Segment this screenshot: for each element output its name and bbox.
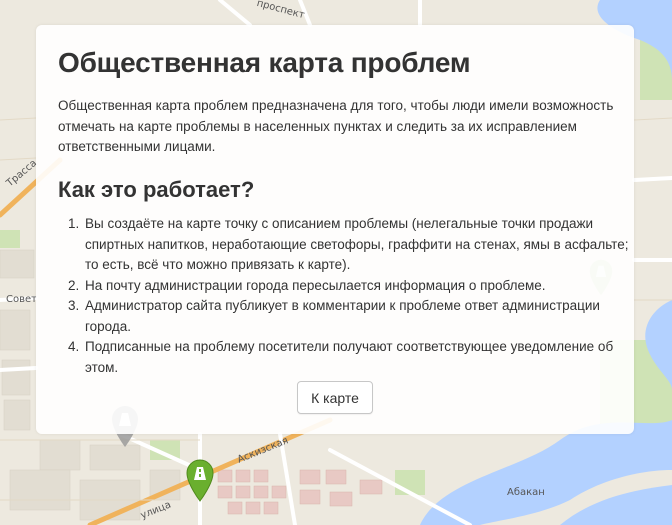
map-label-abakan: Абакан: [507, 487, 545, 498]
pin-green-road-icon[interactable]: [185, 458, 215, 502]
step-item: Подписанные на проблему посетители получ…: [83, 337, 643, 378]
page-title: Общественная карта проблем: [58, 47, 471, 78]
map-label-sovet: Совет: [6, 294, 37, 305]
how-it-works-heading: Как это работает?: [58, 177, 255, 202]
info-overlay: Общественная карта проблем Общественная …: [36, 25, 634, 434]
step-item: На почту администрации города пересылает…: [83, 276, 643, 297]
intro-text: Общественная карта проблем предназначена…: [58, 98, 614, 154]
step-item: Администратор сайта публикует в коммента…: [83, 296, 643, 337]
to-map-button[interactable]: К карте: [297, 381, 373, 414]
step-item: Вы создаёте на карте точку с описанием п…: [83, 214, 643, 276]
steps-list: Вы создаёте на карте точку с описанием п…: [58, 214, 643, 378]
